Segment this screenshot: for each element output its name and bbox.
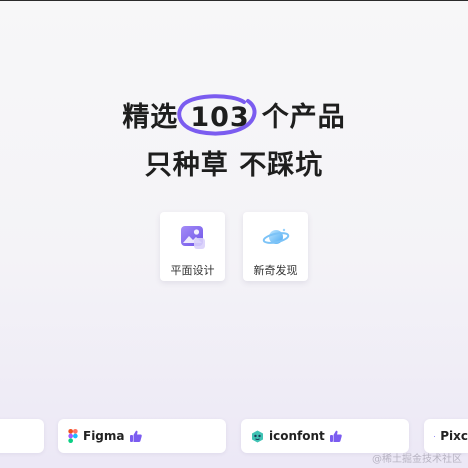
tool-card-figma[interactable]: Figma (58, 419, 226, 453)
category-label: 平面设计 (170, 264, 215, 277)
thumbs-up-icon (329, 430, 342, 442)
thumbs-up-icon (129, 430, 142, 442)
tool-carousel: Figma iconfont Pixc (0, 419, 468, 453)
planet-icon (262, 228, 289, 244)
headline-suffix: 个产品 (261, 102, 346, 133)
window-top-border (0, 0, 468, 1)
headline-prefix: 精选 (122, 102, 179, 133)
category-card-graphic-design[interactable]: 平面设计 (160, 212, 225, 281)
product-count-highlight: 103 (177, 94, 259, 140)
hero-subheadline: 只种草 不踩坑 (144, 150, 324, 181)
tool-name: Pixc (440, 429, 468, 443)
tool-card-pixso[interactable]: Pixc (424, 419, 468, 453)
tool-name: Figma (83, 429, 125, 443)
pixso-icon (434, 435, 436, 437)
hero-section: 精选 103 个产品 只种草 不踩坑 (0, 94, 468, 188)
hero-headline: 精选 103 个产品 (0, 94, 468, 140)
watermark: @稀土掘金技术社区 (372, 454, 462, 465)
category-cards: 平面设计 新奇发现 (160, 212, 308, 281)
category-card-new-discovery[interactable]: 新奇发现 (243, 212, 308, 281)
tool-card-previous[interactable] (0, 419, 44, 453)
category-label: 新奇发现 (253, 264, 298, 277)
figma-icon (68, 429, 78, 443)
iconfont-icon (252, 430, 263, 442)
product-count: 103 (190, 102, 250, 133)
tool-card-iconfont[interactable]: iconfont (241, 419, 409, 453)
image-icon (180, 226, 205, 249)
tool-name: iconfont (269, 429, 325, 443)
